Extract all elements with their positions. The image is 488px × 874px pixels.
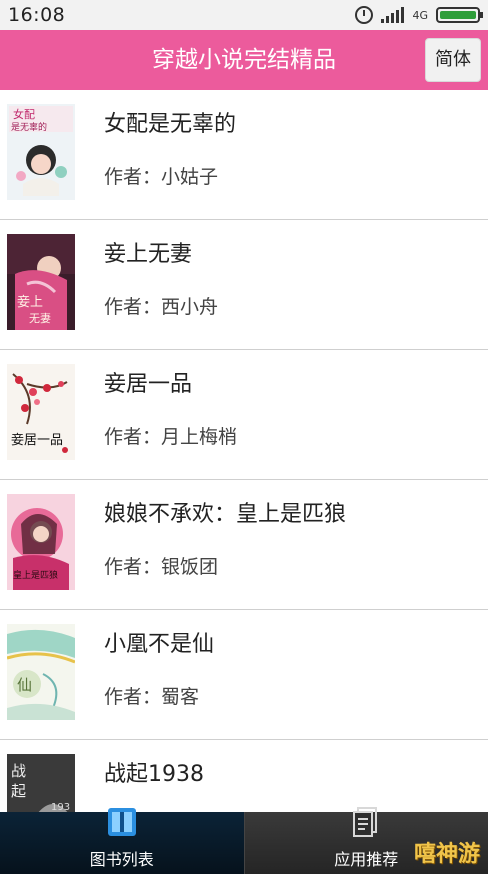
book-cover-image: 战 起 193: [7, 754, 75, 812]
book-title: 妾上无妻: [104, 242, 193, 267]
status-time: 16:08: [8, 4, 66, 26]
book-title: 妾居一品: [104, 372, 193, 397]
book-author: 作者：蜀客: [104, 686, 200, 708]
book-item[interactable]: 女配 是无辜的 女配是无辜的 作者：小姑子: [0, 90, 488, 220]
app-header: 穿越小说完结精品 简体: [0, 30, 488, 90]
book-item[interactable]: 皇上是匹狼 娘娘不承欢：皇上是匹狼 作者：银饭团: [0, 480, 488, 610]
page-title: 穿越小说完结精品: [152, 47, 336, 73]
network-label: 4G: [412, 8, 428, 22]
book-item[interactable]: 仙 小凰不是仙 作者：蜀客: [0, 610, 488, 740]
tab-label: 应用推荐: [334, 850, 399, 869]
svg-text:是无辜的: 是无辜的: [11, 121, 47, 133]
tab-label: 图书列表: [89, 850, 154, 869]
book-item[interactable]: 妾居一品 妾居一品 作者：月上梅梢: [0, 350, 488, 480]
book-cover-image: 妾居一品: [7, 364, 75, 460]
book-list[interactable]: 女配 是无辜的 女配是无辜的 作者：小姑子 妾上 无妻 妾上无妻 作者：西小舟 …: [0, 90, 488, 812]
book-cover-image: 仙: [7, 624, 75, 720]
book-author: 作者：月上梅梢: [104, 426, 238, 448]
svg-text:193: 193: [51, 802, 70, 812]
svg-text:战: 战: [11, 762, 26, 780]
svg-text:仙: 仙: [17, 676, 32, 694]
svg-text:皇上是匹狼: 皇上是匹狼: [13, 569, 58, 581]
svg-text:妾上: 妾上: [17, 294, 43, 310]
status-icons: 4G: [355, 5, 483, 25]
book-title: 战起1938: [104, 762, 204, 787]
book-list-icon: [105, 806, 139, 842]
book-author: 作者：银饭团: [104, 556, 219, 578]
book-author: 作者：小姑子: [104, 166, 219, 188]
book-cover-image: 女配 是无辜的: [7, 104, 75, 200]
svg-text:妾居一品: 妾居一品: [11, 432, 63, 448]
svg-text:起: 起: [11, 782, 26, 800]
battery-icon: [436, 7, 483, 23]
book-title: 娘娘不承欢：皇上是匹狼: [104, 502, 347, 527]
bottom-tab-bar: 图书列表 应用推荐 嘻神游: [0, 807, 488, 874]
tab-booklist[interactable]: 图书列表: [0, 808, 244, 874]
book-author: 作者：西小舟: [104, 296, 219, 318]
document-icon: [349, 806, 383, 842]
book-cover-image: 妾上 无妻: [7, 234, 75, 330]
book-title: 小凰不是仙: [104, 632, 215, 657]
status-bar: 16:08 4G: [0, 0, 488, 30]
book-item[interactable]: 妾上 无妻 妾上无妻 作者：西小舟: [0, 220, 488, 350]
book-cover-image: 皇上是匹狼: [7, 494, 75, 590]
svg-text:女配: 女配: [13, 107, 35, 121]
watermark: 嘻神游: [413, 842, 480, 867]
signal-icon: [381, 7, 405, 23]
language-toggle-button[interactable]: 简体: [425, 38, 481, 82]
book-item[interactable]: 战 起 193 战起1938: [0, 740, 488, 812]
book-title: 女配是无辜的: [104, 112, 237, 137]
alarm-icon: [355, 6, 374, 24]
svg-text:无妻: 无妻: [29, 312, 51, 325]
tab-apps[interactable]: 应用推荐 嘻神游: [243, 807, 488, 874]
